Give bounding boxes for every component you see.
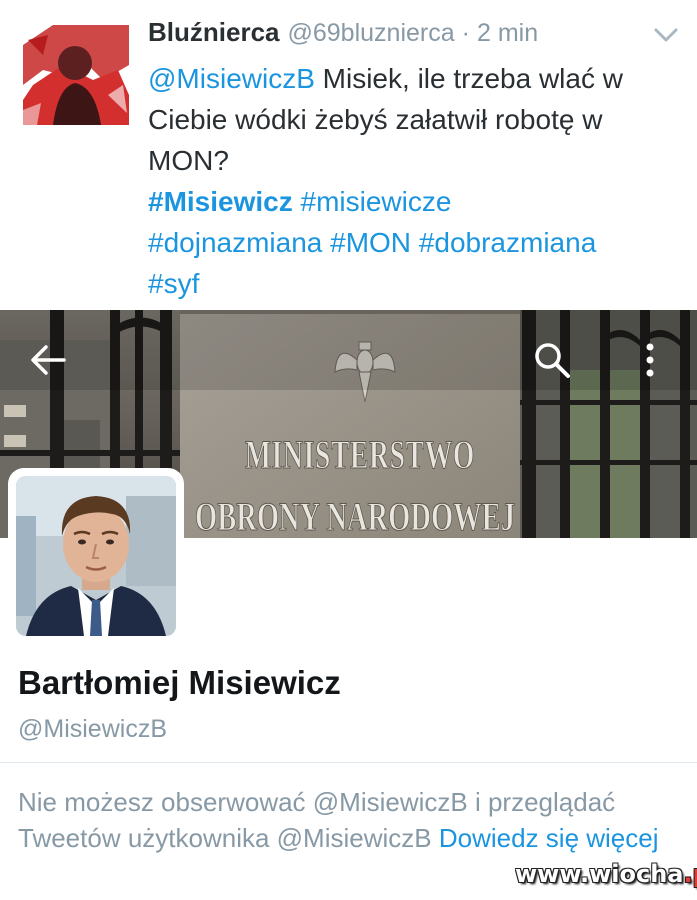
divider [0,762,697,763]
hashtag-link[interactable]: #Misiewicz [148,186,293,217]
banner-sign-line1: MINISTERSTWO [245,432,475,477]
tweet-card[interactable]: Bluźnierca @69bluznierca · 2 min @Misiew… [0,0,697,310]
avatar [16,476,176,636]
arrow-left-icon[interactable] [28,342,68,378]
hashtag-link[interactable]: #syf [148,268,199,299]
protected-account-notice: Nie możesz obserwować @MisiewiczB i prze… [18,784,668,856]
tweet-header: Bluźnierca @69bluznierca · 2 min [148,17,538,53]
hashtag-link[interactable]: #MON [330,227,411,258]
profile-handle: @MisiewiczB [18,715,167,743]
hashtag-link[interactable]: #misiewicze [301,186,452,217]
watermark-text: www.wiocha [515,860,684,888]
hashtag-link[interactable]: #dobrazmiana [419,227,596,258]
search-icon[interactable] [532,340,572,380]
tweet-timestamp[interactable]: 2 min [477,19,538,48]
learn-more-link[interactable]: Dowiedz się więcej [439,823,659,853]
watermark-domain: .pl [683,860,697,888]
chevron-down-icon[interactable] [652,24,680,46]
banner-sign-line2: OBRONY NARODOWEJ [195,494,515,538]
more-vertical-icon[interactable] [640,342,660,378]
tweet-text: @MisiewiczB Misiek, ile trzeba wlać w Ci… [148,58,678,304]
tweet-author-avatar[interactable] [23,25,129,125]
tweet-mention-link[interactable]: @MisiewiczB [148,63,315,94]
watermark: www.wiocha.pl [515,860,697,888]
tweet-author-name[interactable]: Bluźnierca [148,17,280,48]
avatar-image [23,25,129,125]
profile-display-name: Bartłomiej Misiewicz [18,664,341,701]
tweet-meta-separator: · [461,19,470,47]
tweet-author-handle[interactable]: @69bluznierca [288,19,455,48]
hashtag-link[interactable]: #dojnazmiana [148,227,322,258]
profile-avatar[interactable] [8,468,184,644]
